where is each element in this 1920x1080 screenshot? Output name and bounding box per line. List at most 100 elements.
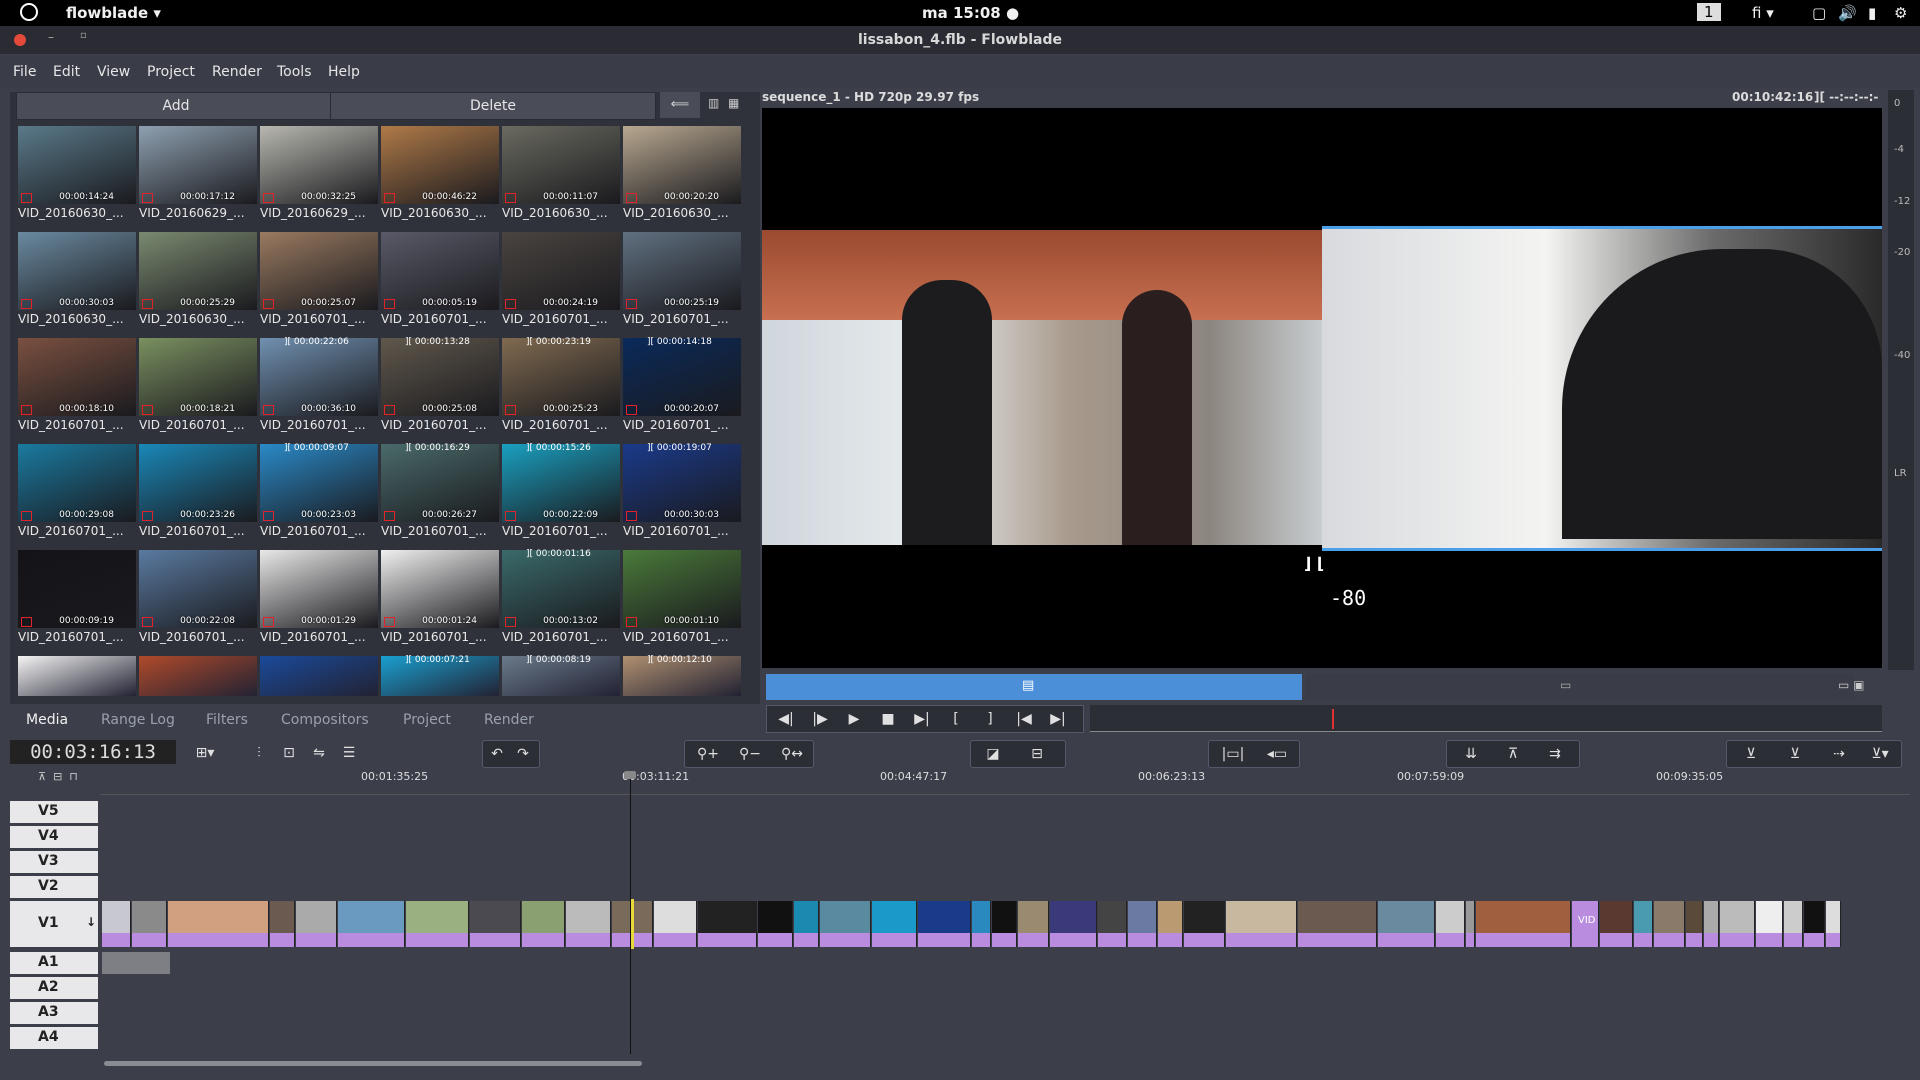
media-thumbnail[interactable]: 00:00:25:29 [139, 232, 257, 312]
tab-filters[interactable]: Filters [206, 712, 248, 728]
media-thumbnail[interactable]: 00:00:26:27 [381, 444, 499, 524]
media-thumbnail[interactable] [260, 656, 378, 696]
timeline-clip[interactable] [1654, 901, 1685, 947]
media-thumbnail[interactable]: 00:00:23:03 [260, 444, 378, 524]
language-indicator[interactable]: fi ▾ [1752, 4, 1774, 22]
media-thumbnail[interactable]: 00:00:36:10 [260, 338, 378, 418]
media-thumbnail[interactable]: 00:00:22:08 [139, 550, 257, 630]
insert-mode-icon[interactable]: ⊻ [1775, 741, 1815, 767]
timeline-clip[interactable] [132, 901, 167, 947]
timeline-clip[interactable] [654, 901, 697, 947]
media-thumbnail[interactable]: 00:00:22:09 [502, 444, 620, 524]
tab-media[interactable]: Media [26, 712, 68, 728]
timeline-clip[interactable] [296, 901, 337, 947]
timeline-clip[interactable] [1050, 901, 1097, 947]
timeline-clip[interactable] [1226, 901, 1297, 947]
zoom-fit-icon[interactable]: ⚲↔ [773, 741, 811, 767]
timeline-clip[interactable] [1184, 901, 1225, 947]
menu-render[interactable]: Render [212, 64, 262, 80]
next-frame-icon[interactable]: ▶| [907, 706, 937, 732]
media-thumbnail[interactable]: 00:00:13:02 [502, 550, 620, 630]
track-head-a3[interactable]: A3 [10, 1002, 98, 1024]
timeline-clip[interactable] [992, 901, 1017, 947]
media-thumbnail[interactable]: 00:00:05:19 [381, 232, 499, 312]
to-mark-out-icon[interactable]: ▶| [1043, 706, 1073, 732]
timeline-clip[interactable] [168, 901, 269, 947]
tab-render[interactable]: Render [484, 712, 534, 728]
media-thumbnail[interactable]: 00:00:30:03 [18, 232, 136, 312]
media-thumbnail[interactable]: 00:00:32:25 [260, 126, 378, 206]
timeline-clip[interactable] [1098, 901, 1127, 947]
volume-icon[interactable]: 🔊 [1838, 4, 1857, 22]
menu-help[interactable]: Help [328, 64, 360, 80]
app-menu[interactable]: flowblade ▾ [66, 4, 161, 22]
menu-edit[interactable]: Edit [53, 64, 80, 80]
timeline-clip[interactable] [1018, 901, 1049, 947]
timeline-clip[interactable] [1756, 901, 1783, 947]
timeline-clip[interactable] [1298, 901, 1377, 947]
media-thumbnail[interactable]: 00:00:25:08 [381, 338, 499, 418]
undo-icon[interactable]: ↶ [485, 741, 509, 767]
timeline-scrollbar[interactable] [104, 1061, 642, 1066]
menu-project[interactable]: Project [147, 64, 195, 80]
window-icon[interactable]: ▢ [1812, 4, 1826, 22]
timeline-switch[interactable] [1306, 674, 1854, 700]
track-head-a4[interactable]: A4 [10, 1027, 98, 1049]
media-thumbnail[interactable]: 00:00:24:19 [502, 232, 620, 312]
zoom-out-icon[interactable]: ⚲− [731, 741, 769, 767]
timeline-clip[interactable] [1158, 901, 1183, 947]
view-mode-icon[interactable]: ▭ ▣ [1838, 678, 1865, 692]
media-thumbnail[interactable]: 00:00:18:21 [139, 338, 257, 418]
playhead[interactable] [630, 776, 631, 1054]
track-head-v5[interactable]: V5 [10, 801, 98, 823]
track-head-v3[interactable]: V3 [10, 851, 98, 873]
media-thumbnail[interactable]: 00:00:25:07 [260, 232, 378, 312]
timeline-clip[interactable] [470, 901, 521, 947]
play-icon[interactable]: ▶ [839, 706, 869, 732]
track-head-v4[interactable]: V4 [10, 826, 98, 848]
zoom-in-icon[interactable]: ⚲+ [689, 741, 727, 767]
append-icon[interactable]: ⇉ [1535, 741, 1575, 767]
menu-tools[interactable]: Tools [277, 64, 312, 80]
timeline-clip[interactable] [794, 901, 819, 947]
position-playhead[interactable] [1332, 709, 1334, 729]
media-thumbnail[interactable]: 00:00:20:20 [623, 126, 741, 206]
ruler-compact-icon[interactable]: ⊟ [53, 770, 62, 783]
timeline-clip[interactable] [918, 901, 971, 947]
media-thumbnail[interactable]: 00:00:20:07 [623, 338, 741, 418]
media-thumbnail[interactable]: 00:00:11:07 [502, 126, 620, 206]
clock[interactable]: ma 15:08 ● [922, 4, 1019, 22]
menu-file[interactable]: File [13, 64, 36, 80]
lock-icon[interactable]: ⊓ [69, 770, 78, 783]
track-expand-icon[interactable]: ↓ [86, 915, 96, 929]
media-thumbnail[interactable]: 00:00:18:10 [18, 338, 136, 418]
timeline-clip[interactable] [1466, 901, 1475, 947]
position-bar[interactable] [1090, 705, 1882, 732]
media-thumbnail[interactable]: 00:00:29:08 [18, 444, 136, 524]
timecode-display[interactable]: 00:03:16:13 [10, 740, 176, 764]
mark-out-icon[interactable]: ] [975, 706, 1005, 732]
splice-icon[interactable]: ⊟ [1017, 741, 1057, 767]
timeline-clip[interactable] [522, 901, 565, 947]
workspace-indicator[interactable]: 1 [1697, 3, 1721, 21]
a1-clip[interactable] [102, 952, 170, 974]
playhead-marker[interactable] [624, 771, 636, 779]
timeline-clip[interactable] [270, 901, 295, 947]
insert-icon[interactable]: ⇊ [1451, 741, 1491, 767]
settings-icon[interactable]: ⚙ [1894, 4, 1907, 22]
timeline-clip[interactable] [1784, 901, 1803, 947]
overwrite-mode-icon[interactable]: ⊻ [1731, 741, 1771, 767]
media-thumbnail[interactable]: 00:00:01:10 [623, 550, 741, 630]
track-head-v2[interactable]: V2 [10, 876, 98, 898]
timeline-clip[interactable] [1634, 901, 1653, 947]
tab-project[interactable]: Project [403, 712, 451, 728]
timeline-clip[interactable] [1720, 901, 1755, 947]
media-thumbnail[interactable]: 00:00:17:12 [139, 126, 257, 206]
media-thumbnail[interactable]: 00:00:25:23 [502, 338, 620, 418]
menu-view[interactable]: View [97, 64, 130, 80]
audio-split-icon[interactable]: ◂▭ [1257, 741, 1297, 767]
trim-mode-icon[interactable]: ⇢ [1819, 741, 1859, 767]
battery-icon[interactable]: ▮ [1868, 4, 1876, 22]
ubuntu-logo-icon[interactable] [20, 3, 38, 21]
timeline-clip[interactable] [1600, 901, 1633, 947]
